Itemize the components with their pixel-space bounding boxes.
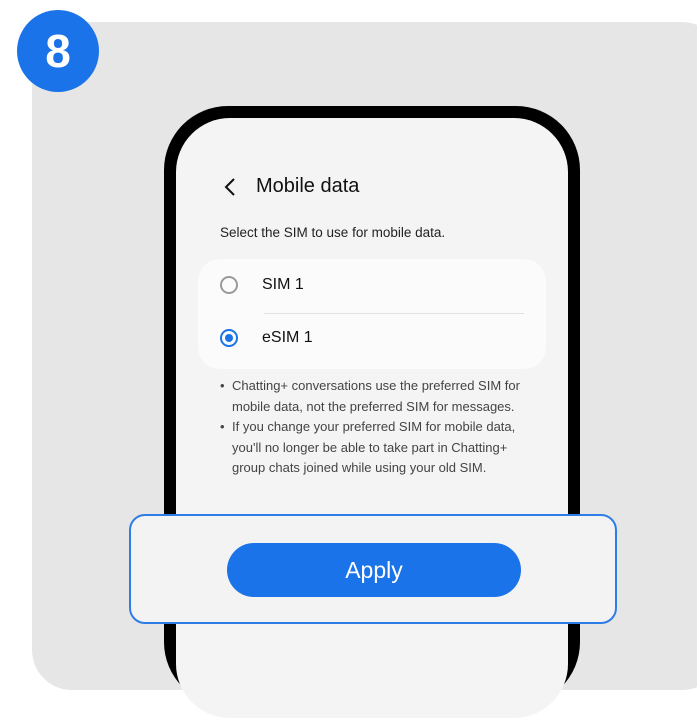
sim-option-sim1[interactable]: SIM 1 — [220, 276, 304, 294]
radio-button-unselected[interactable] — [220, 276, 238, 294]
bullet: • — [220, 419, 225, 434]
apply-button[interactable]: Apply — [227, 543, 521, 597]
sim-options-card: SIM 1 eSIM 1 — [198, 259, 546, 369]
bullet: • — [220, 378, 225, 393]
notes-list: • Chatting+ conversations use the prefer… — [220, 376, 520, 479]
page-subtitle: Select the SIM to use for mobile data. — [220, 225, 446, 240]
note-text: Chatting+ conversations use the preferre… — [232, 378, 520, 414]
apply-callout: Apply — [129, 514, 617, 624]
step-number-badge: 8 — [17, 10, 99, 92]
sim-option-label: SIM 1 — [262, 276, 304, 293]
page-title: Mobile data — [256, 175, 360, 197]
divider — [264, 313, 524, 314]
phone-screen: Mobile data Select the SIM to use for mo… — [176, 118, 568, 718]
list-item: • Chatting+ conversations use the prefer… — [220, 376, 520, 417]
note-text: If you change your preferred SIM for mob… — [232, 419, 516, 475]
sim-option-label: eSIM 1 — [262, 329, 313, 346]
screen-header: Mobile data — [220, 175, 359, 198]
radio-button-selected[interactable] — [220, 329, 238, 347]
list-item: • If you change your preferred SIM for m… — [220, 417, 520, 479]
chevron-left-icon[interactable] — [220, 176, 242, 198]
sim-option-esim1[interactable]: eSIM 1 — [220, 329, 313, 347]
